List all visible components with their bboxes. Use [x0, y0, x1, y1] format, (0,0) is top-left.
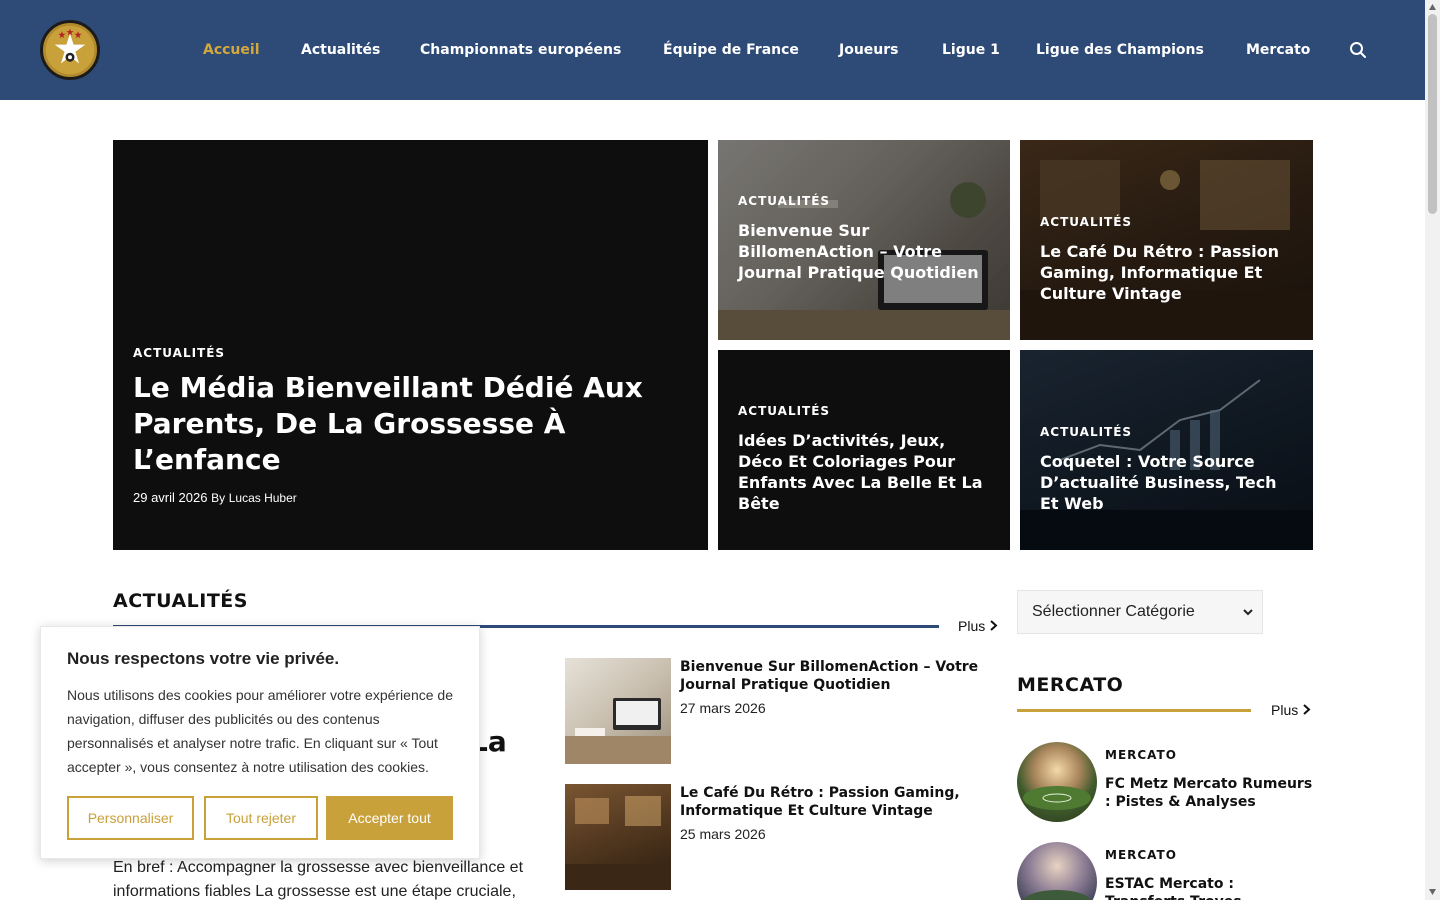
hero-tile-1-title[interactable]: Bienvenue Sur BillomenAction – Votre Jou…	[738, 220, 988, 283]
sidebar-post-title-1[interactable]: FC Metz Mercato Rumeurs : Pistes & Analy…	[1105, 775, 1315, 811]
cookie-title: Nous respectons votre vie privée.	[67, 649, 340, 668]
hero-tile-3-title[interactable]: Idées D’activités, Jeux, Déco Et Coloria…	[738, 430, 988, 514]
post-date-1: 27 mars 2026	[680, 700, 766, 716]
chevron-down-icon	[1243, 609, 1253, 616]
nav-item-championnats-europeens[interactable]: Championnats européens	[420, 40, 621, 60]
sidebar-more-link[interactable]: Plus	[1271, 702, 1311, 718]
nav-item-actualites[interactable]: Actualités	[301, 40, 380, 60]
nav-item-mercato[interactable]: Mercato	[1246, 40, 1310, 60]
cookie-consent-banner: Nous respectons votre vie privée. Nous u…	[40, 626, 480, 859]
post-thumb-2[interactable]	[565, 784, 671, 890]
nav-item-accueil[interactable]: Accueil	[203, 40, 260, 60]
hero-main-meta: 29 avril 2026 By Lucas Huber	[133, 490, 297, 505]
hero-main-tile[interactable]: ACTUALITÉS Le Média Bienveillant Dédié A…	[113, 140, 708, 550]
scroll-thumb[interactable]	[1428, 14, 1437, 214]
cookie-accept-button[interactable]: Accepter tout	[326, 796, 453, 840]
hero-tile-4-overlay	[1020, 350, 1313, 550]
hero-tile-4[interactable]: ACTUALITÉS Coquetel : Votre Source D’act…	[1020, 350, 1313, 550]
sidebar-post-thumb-1[interactable]	[1017, 742, 1097, 822]
hero-tile-1-category[interactable]: ACTUALITÉS	[738, 194, 830, 208]
soccer-star-logo-icon	[45, 25, 95, 75]
hero-main-author[interactable]: Lucas Huber	[229, 491, 297, 505]
site-logo[interactable]	[40, 20, 100, 80]
category-select[interactable]: Sélectionner Catégorie	[1017, 590, 1263, 634]
site-header: Accueil Actualités Championnats européen…	[0, 0, 1425, 100]
chevron-right-icon	[990, 620, 998, 631]
post-thumb-1[interactable]	[565, 658, 671, 764]
post-date-2: 25 mars 2026	[680, 826, 766, 842]
nav-item-ligue-1[interactable]: Ligue 1	[942, 40, 1000, 60]
hero-tile-2-category[interactable]: ACTUALITÉS	[1040, 215, 1132, 229]
page-scrollbar[interactable]	[1425, 0, 1440, 900]
sidebar-post-category-1[interactable]: MERCATO	[1105, 748, 1177, 762]
hero-main-date: 29 avril 2026	[133, 490, 208, 505]
scroll-up-icon[interactable]	[1428, 3, 1437, 11]
search-button[interactable]	[1348, 40, 1368, 60]
section-title-actualites: ACTUALITÉS	[113, 590, 248, 612]
hero-tile-2-title[interactable]: Le Café Du Rétro : Passion Gaming, Infor…	[1040, 241, 1300, 304]
hero-tile-2[interactable]: ACTUALITÉS Le Café Du Rétro : Passion Ga…	[1020, 140, 1313, 340]
post-title-1[interactable]: Bienvenue Sur BillomenAction – Votre Jou…	[680, 658, 990, 694]
section-more-label: Plus	[958, 618, 986, 634]
sidebar-title-mercato: MERCATO	[1017, 674, 1124, 696]
post-title-2[interactable]: Le Café Du Rétro : Passion Gaming, Infor…	[680, 784, 990, 820]
hero-tile-2-overlay	[1020, 140, 1313, 340]
sidebar-post-title-2[interactable]: ESTAC Mercato : Transferts Troyes	[1105, 875, 1315, 900]
hero-tile-3[interactable]: ACTUALITÉS Idées D’activités, Jeux, Déco…	[718, 350, 1010, 550]
search-icon	[1350, 42, 1366, 58]
hero-tile-4-category[interactable]: ACTUALITÉS	[1040, 425, 1132, 439]
sidebar-post-thumb-2[interactable]	[1017, 842, 1097, 900]
featured-post-excerpt: En bref : Accompagner la grossesse avec …	[113, 859, 524, 900]
category-select-value: Sélectionner Catégorie	[1032, 603, 1195, 620]
section-more-link[interactable]: Plus	[958, 618, 998, 634]
hero-tile-1[interactable]: ACTUALITÉS Bienvenue Sur BillomenAction …	[718, 140, 1010, 340]
nav-item-joueurs[interactable]: Joueurs	[839, 40, 899, 60]
cookie-customize-button[interactable]: Personnaliser	[67, 796, 194, 840]
hero-main-by: By	[211, 491, 226, 505]
chevron-right-icon	[1303, 704, 1311, 715]
sidebar-post-category-2[interactable]: MERCATO	[1105, 848, 1177, 862]
nav-item-ligue-des-champions[interactable]: Ligue des Champions	[1036, 40, 1204, 60]
scroll-down-icon[interactable]	[1428, 888, 1437, 896]
cookie-text: Nous utilisons des cookies pour améliore…	[67, 687, 453, 775]
hero-main-category[interactable]: ACTUALITÉS	[133, 346, 225, 360]
sidebar-more-label: Plus	[1271, 702, 1299, 718]
hero-main-title[interactable]: Le Média Bienveillant Dédié Aux Parents,…	[133, 370, 673, 478]
cookie-reject-button[interactable]: Tout rejeter	[204, 796, 318, 840]
hero-tile-3-category[interactable]: ACTUALITÉS	[738, 404, 830, 418]
nav-item-equipe-de-france[interactable]: Équipe de France	[663, 40, 799, 60]
sidebar-divider	[1017, 709, 1251, 712]
hero-tile-4-title[interactable]: Coquetel : Votre Source D’actualité Busi…	[1040, 451, 1300, 514]
